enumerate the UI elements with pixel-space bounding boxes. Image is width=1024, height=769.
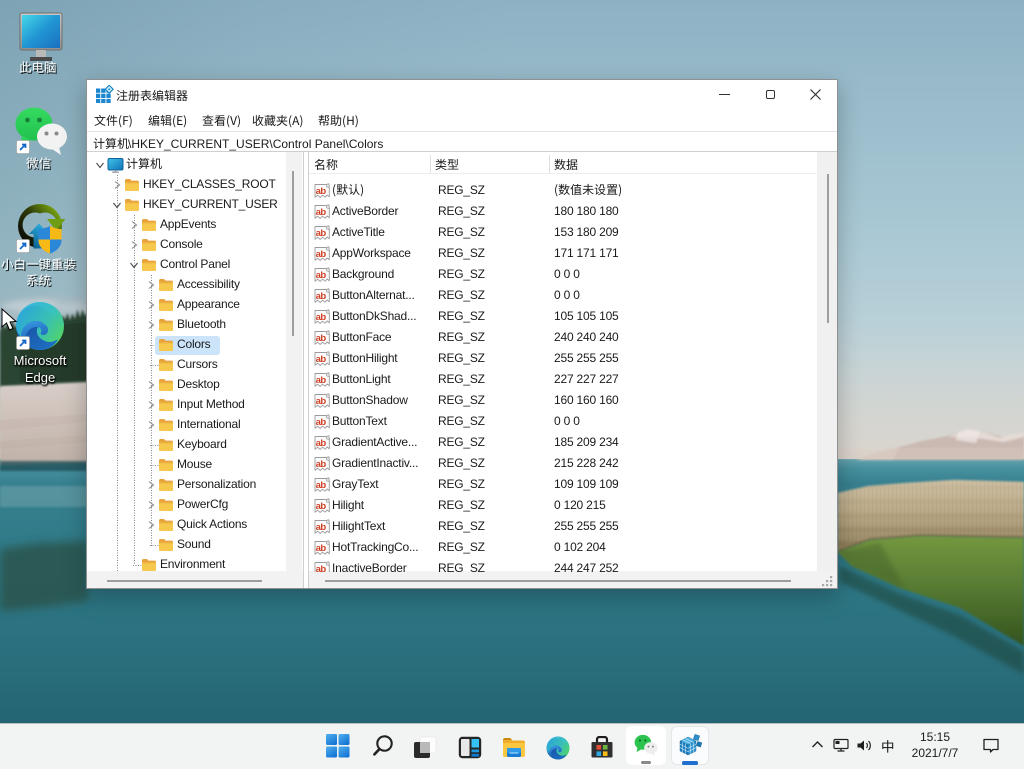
svg-text:ab: ab (316, 270, 327, 281)
svg-text:ab: ab (316, 543, 327, 554)
svg-text:ab: ab (316, 396, 327, 407)
svg-text:ab: ab (316, 375, 327, 386)
svg-text:ab: ab (316, 564, 327, 573)
svg-text:ab: ab (316, 438, 327, 449)
svg-text:ab: ab (316, 249, 327, 260)
svg-text:ab: ab (316, 312, 327, 323)
svg-text:ab: ab (316, 480, 327, 491)
svg-text:ab: ab (316, 459, 327, 470)
svg-text:ab: ab (316, 417, 327, 428)
svg-text:ab: ab (316, 333, 327, 344)
svg-text:ab: ab (316, 522, 327, 533)
svg-text:ab: ab (316, 207, 327, 218)
svg-text:ab: ab (316, 354, 327, 365)
svg-text:ab: ab (316, 186, 327, 197)
svg-text:ab: ab (316, 501, 327, 512)
svg-text:ab: ab (316, 228, 327, 239)
svg-text:ab: ab (316, 291, 327, 302)
